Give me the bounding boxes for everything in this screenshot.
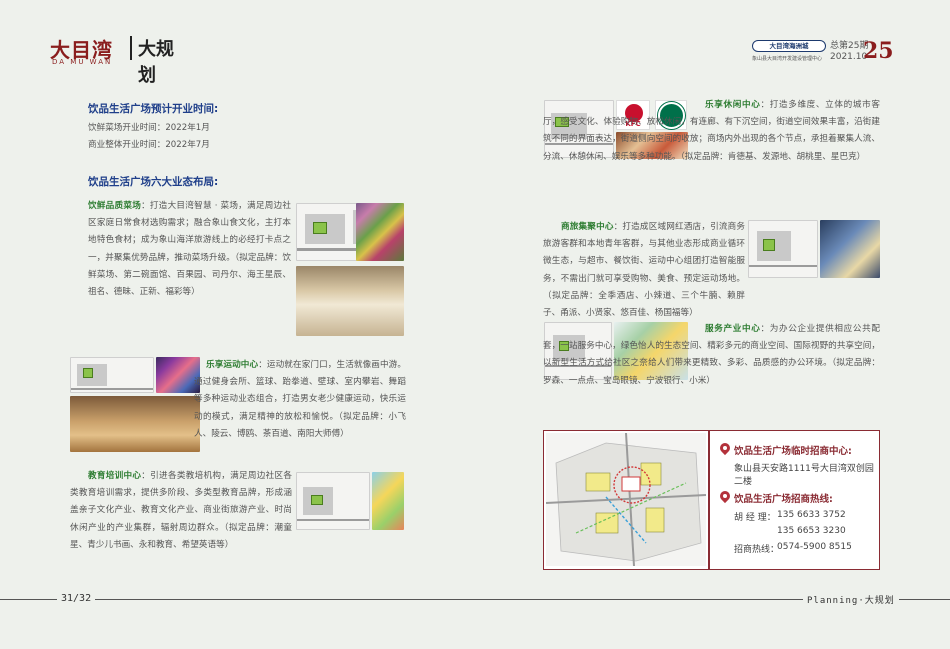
logo-divider bbox=[130, 36, 132, 60]
page-number: 25 bbox=[863, 38, 894, 64]
section-business-lead: 商旅集聚中心 bbox=[561, 222, 614, 232]
contact-panel: 饮品生活广场临时招商中心: 象山县天安路1111号大目湾双创园二楼 饮品生活广场… bbox=[543, 430, 880, 570]
hotline-title: 饮品生活广场招商热线: bbox=[734, 494, 833, 505]
contact-person-label: 胡 经 理： bbox=[734, 513, 776, 523]
section-market-lead: 饮鲜品质菜场 bbox=[88, 201, 142, 211]
education-site-plan bbox=[296, 472, 370, 530]
brand-subtitle: 象山县大目湾开发建设管理中心 bbox=[752, 56, 823, 62]
magazine-logo: 大目湾 DA MU WAN 大规划 bbox=[50, 34, 185, 86]
hotline-number: 0574-5900 8515 bbox=[777, 542, 852, 552]
section-leisure: 乐享休闲中心：打造多维度、立体的城市客厅，感受文化、体验购物、放松休闲，有连廊、… bbox=[543, 97, 880, 166]
section-title: 大规划 bbox=[138, 39, 174, 86]
brand-name: 大目湾海洲城 bbox=[752, 40, 826, 52]
section-market: 饮鲜品质菜场：打造大目湾智慧 · 菜场，满足周边社区家庭日常食材选购需求；融合象… bbox=[88, 198, 291, 301]
location-pin-icon bbox=[720, 443, 730, 455]
market-interior-photo bbox=[296, 266, 404, 336]
contact-divider bbox=[708, 431, 710, 569]
section-education-lead: 教育培训中心 bbox=[88, 471, 142, 481]
section-business-text: ：打造成区域网红酒店，引流商务旅游客群和本地青年客群，与其他业态形成商业循环微生… bbox=[543, 222, 745, 319]
opening-title: 饮品生活广场预计开业时间: bbox=[88, 103, 219, 115]
sports-site-plan bbox=[70, 357, 154, 393]
formats-title: 饮品生活广场六大业态布局: bbox=[88, 176, 219, 188]
sports-court-photo bbox=[70, 396, 200, 452]
footer-page-range: 31/32 bbox=[57, 593, 96, 604]
location-map-graphic bbox=[545, 432, 707, 567]
logo-english: DA MU WAN bbox=[52, 58, 113, 66]
business-hotel-photo bbox=[820, 220, 880, 278]
section-leisure-lead: 乐享休闲中心 bbox=[705, 100, 761, 110]
section-education-text: ：引进各类教培机构，满足周边社区各类教育培训需求，提供多阶段、多类型教育品牌，形… bbox=[70, 471, 292, 550]
section-service-lead: 服务产业中心 bbox=[705, 324, 761, 334]
opening-line-market: 饮鲜菜场开业时间：2022年1月 bbox=[88, 123, 210, 133]
contact-phone-1: 135 6633 3752 bbox=[777, 510, 846, 520]
contact-phone-2: 135 6653 3230 bbox=[777, 526, 846, 536]
section-business: 商旅集聚中心：打造成区域网红酒店，引流商务旅游客群和本地青年客群，与其他业态形成… bbox=[543, 219, 745, 322]
footer-section-name: Planning·大规划 bbox=[803, 593, 899, 606]
market-photo bbox=[356, 203, 404, 261]
office-title: 饮品生活广场临时招商中心: bbox=[734, 446, 852, 457]
location-map bbox=[545, 432, 707, 567]
section-education: 教育培训中心：引进各类教培机构，满足周边社区各类教育培训需求，提供多阶段、多类型… bbox=[70, 468, 292, 554]
section-service: 服务产业中心：为办公企业提供相应公共配套，一站服务中心，绿色怡人的生态空间、精彩… bbox=[543, 321, 880, 390]
hotline-label: 招商热线： bbox=[734, 545, 780, 555]
brand-badge: 大目湾海洲城 象山县大目湾开发建设管理中心 bbox=[752, 40, 828, 66]
education-photo bbox=[372, 472, 404, 530]
opening-line-mall: 商业整体开业时间：2022年7月 bbox=[88, 140, 210, 150]
office-address: 象山县天安路1111号大目湾双创园二楼 bbox=[734, 464, 874, 487]
location-pin-icon bbox=[720, 491, 730, 503]
section-sports-lead: 乐享运动中心 bbox=[206, 360, 259, 370]
section-sports-text: ：运动就在家门口，生活就像画中游。通过健身会所、篮球、跆拳道、壁球、室内攀岩、舞… bbox=[194, 360, 406, 439]
business-site-plan bbox=[748, 220, 818, 278]
section-sports: 乐享运动中心：运动就在家门口，生活就像画中游。通过健身会所、篮球、跆拳道、壁球、… bbox=[194, 357, 406, 443]
section-market-text: ：打造大目湾智慧 · 菜场，满足周边社区家庭日常食材选购需求；融合象山食文化，主… bbox=[88, 201, 291, 298]
